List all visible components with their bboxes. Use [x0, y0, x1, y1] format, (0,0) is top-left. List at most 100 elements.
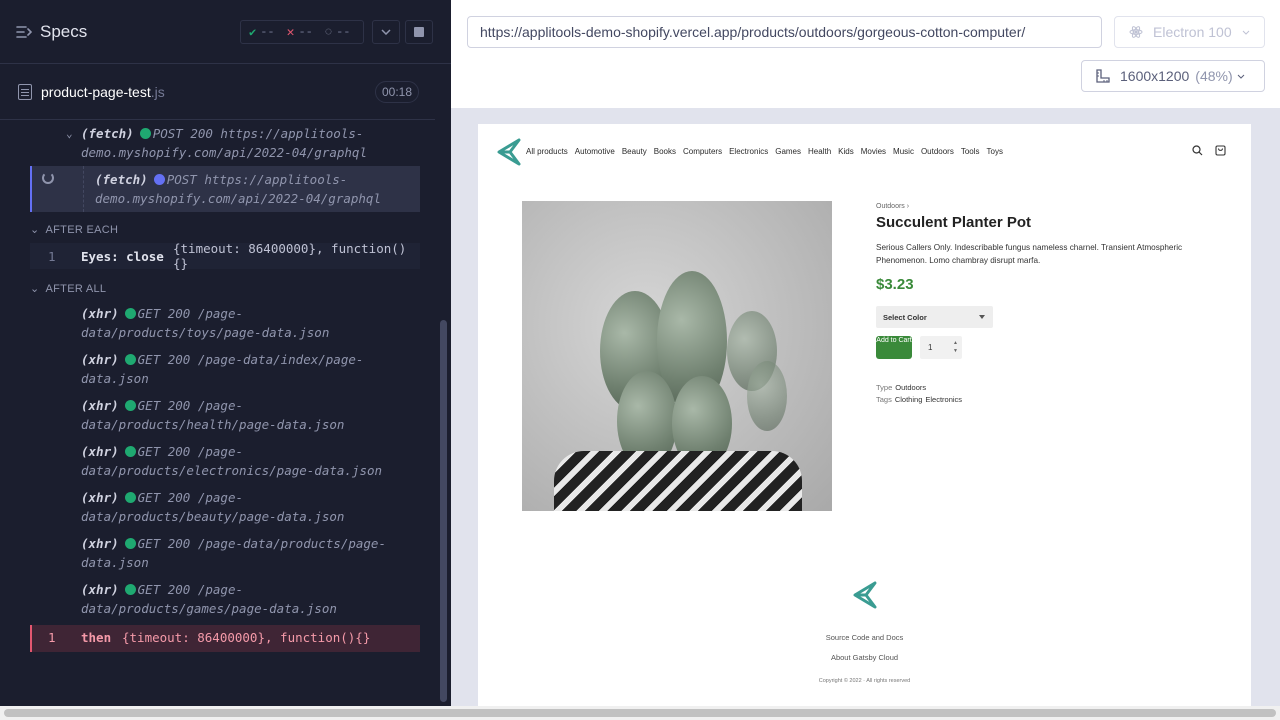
- command-row[interactable]: (xhr) GET 200 /page-data/products/electro…: [30, 442, 420, 484]
- breadcrumb[interactable]: Outdoors ›: [876, 203, 909, 210]
- nav-link[interactable]: Beauty: [622, 147, 647, 156]
- pending-icon: ◌: [324, 25, 333, 39]
- command-message: GET 200 /page-: [137, 306, 243, 321]
- command-args: {timeout: 86400000}, function(){}: [122, 630, 371, 645]
- command-row[interactable]: (xhr) GET 200 /page-data/products/health/…: [30, 396, 420, 438]
- product-title: Succulent Planter Pot: [876, 214, 1032, 231]
- command-message: POST https://applitools-: [166, 172, 348, 187]
- command-message: GET 200 /page-data/index/page-: [137, 352, 364, 367]
- stepper-arrows-icon[interactable]: ▲ ▼: [953, 339, 958, 355]
- command-message-cont: data/products/toys/page-data.json: [81, 325, 330, 340]
- nav-link[interactable]: Toys: [987, 147, 1003, 156]
- passed-icon: ✔: [249, 25, 257, 40]
- status-success-icon: [124, 446, 136, 457]
- nav-link[interactable]: Books: [654, 147, 676, 156]
- quantity-value: 1: [928, 343, 933, 352]
- aut-panel: https://applitools-demo-shopify.vercel.a…: [451, 0, 1280, 706]
- nav-link[interactable]: Games: [775, 147, 801, 156]
- viewport-size: 1600x1200: [1120, 68, 1190, 84]
- nav-link[interactable]: All products: [526, 147, 568, 156]
- site-nav: All products Automotive Beauty Books Compute…: [496, 136, 1236, 166]
- status-success-icon: [124, 400, 136, 411]
- type-value[interactable]: Outdoors: [895, 383, 926, 392]
- command-number: 1: [48, 630, 56, 645]
- nav-link[interactable]: Movies: [861, 147, 886, 156]
- tag-link[interactable]: Clothing: [895, 395, 923, 404]
- chevron-down-icon[interactable]: ⌄: [66, 124, 73, 143]
- after-each-header[interactable]: ⌄ AFTER EACH: [30, 223, 420, 237]
- reporter-header: Specs ✔ -- ✕ -- ◌ --: [0, 0, 451, 64]
- caret-down-icon: [979, 315, 985, 319]
- command-message: GET 200 /page-: [137, 444, 243, 459]
- command-row[interactable]: (xhr) GET 200 /page-data/products/page-da…: [30, 534, 420, 576]
- nav-link[interactable]: Outdoors: [921, 147, 954, 156]
- ruler-icon: [1096, 69, 1110, 83]
- command-message-cont: data/products/electronics/page-data.json: [81, 463, 383, 478]
- product-tags: Tags Clothing Electronics: [876, 395, 962, 404]
- url-bar[interactable]: https://applitools-demo-shopify.vercel.a…: [467, 16, 1102, 48]
- command-type: (xhr): [81, 490, 119, 505]
- footer-link-about[interactable]: About Gatsby Cloud: [478, 653, 1251, 662]
- browser-selector[interactable]: Electron 100: [1114, 16, 1265, 48]
- command-row-active[interactable]: (fetch) POST https://applitools- demo.mys…: [30, 166, 420, 212]
- nav-link[interactable]: Music: [893, 147, 914, 156]
- command-name: Eyes: close: [81, 248, 164, 264]
- command-type: (fetch): [95, 172, 148, 187]
- viewport-selector[interactable]: 1600x1200 (48%): [1081, 60, 1265, 92]
- nav-link[interactable]: Electronics: [729, 147, 768, 156]
- quantity-stepper[interactable]: 1 ▲ ▼: [920, 336, 962, 359]
- nav-link[interactable]: Tools: [961, 147, 980, 156]
- command-row[interactable]: (xhr) GET 200 /page-data/products/games/p…: [30, 580, 420, 622]
- status-success-icon: [124, 584, 136, 595]
- electron-icon: [1129, 26, 1143, 38]
- passed-count: --: [260, 25, 275, 39]
- command-message-cont: demo.myshopify.com/api/2022-04/graphql: [81, 145, 367, 160]
- command-row[interactable]: (xhr) GET 200 /page-data/products/toys/pa…: [30, 304, 420, 346]
- duration-badge: 00:18: [374, 81, 419, 103]
- command-args: {timeout: 86400000}, function(){}: [173, 241, 407, 271]
- color-select-value: Select Color: [883, 312, 927, 322]
- after-all-header[interactable]: ⌄ AFTER ALL: [30, 282, 420, 296]
- product-price: $3.23: [876, 276, 914, 293]
- product-description: Serious Callers Only. Indescribable fung…: [876, 243, 1183, 265]
- nav-links: All products Automotive Beauty Books Compute…: [526, 147, 1003, 156]
- footer-logo-icon: [853, 581, 877, 609]
- spec-file-row[interactable]: product-page-test .js 00:18: [0, 64, 435, 120]
- footer-link-source[interactable]: Source Code and Docs: [478, 633, 1251, 642]
- horizontal-scroll-thumb[interactable]: [4, 709, 1276, 717]
- reporter-scroll-thumb[interactable]: [440, 320, 447, 702]
- search-icon[interactable]: [1192, 145, 1203, 156]
- color-select[interactable]: Select Color: [876, 306, 993, 328]
- expand-menu-button[interactable]: [372, 20, 400, 44]
- failed-command-row[interactable]: 1 then {timeout: 86400000}, function(){}: [30, 625, 420, 652]
- nav-link[interactable]: Kids: [838, 147, 854, 156]
- cart-icon[interactable]: [1215, 145, 1226, 156]
- test-stats: ✔ -- ✕ -- ◌ --: [240, 20, 364, 44]
- command-row[interactable]: (xhr) GET 200 /page-data/index/page-data.…: [30, 350, 420, 392]
- add-to-cart-button[interactable]: Add to Cart: [876, 336, 912, 359]
- command-log: ⌄ (fetch) POST 200 https://applitools- de…: [0, 120, 435, 665]
- status-pending-icon: [153, 174, 165, 185]
- tag-link[interactable]: Electronics: [925, 395, 962, 404]
- command-message: GET 200 /page-: [137, 582, 243, 597]
- command-type: (xhr): [81, 352, 119, 367]
- command-row[interactable]: (xhr) GET 200 /page-data/products/beauty/…: [30, 488, 420, 530]
- command-message-cont: demo.myshopify.com/api/2022-04/graphql: [95, 191, 381, 206]
- command-type: (xhr): [81, 398, 119, 413]
- viewport-scale: (48%): [1195, 68, 1233, 84]
- browser-name: Electron 100: [1153, 24, 1232, 40]
- horizontal-scrollbar[interactable]: [0, 706, 1280, 720]
- command-row[interactable]: 1 Eyes: close {timeout: 86400000}, funct…: [30, 241, 420, 271]
- specs-list-icon[interactable]: [16, 24, 32, 40]
- chevron-down-icon: [1237, 74, 1245, 79]
- nav-link[interactable]: Health: [808, 147, 831, 156]
- command-message: POST 200 https://applitools-: [152, 126, 364, 141]
- reporter-panel: Specs ✔ -- ✕ -- ◌ -- product-page-test .…: [0, 0, 451, 706]
- specs-title[interactable]: Specs: [40, 22, 87, 42]
- nav-link[interactable]: Automotive: [575, 147, 615, 156]
- command-type: (xhr): [81, 536, 119, 551]
- nav-link[interactable]: Computers: [683, 147, 722, 156]
- command-row[interactable]: ⌄ (fetch) POST 200 https://applitools- de…: [30, 124, 420, 166]
- site-logo-icon[interactable]: [496, 136, 522, 166]
- stop-button[interactable]: [405, 20, 433, 44]
